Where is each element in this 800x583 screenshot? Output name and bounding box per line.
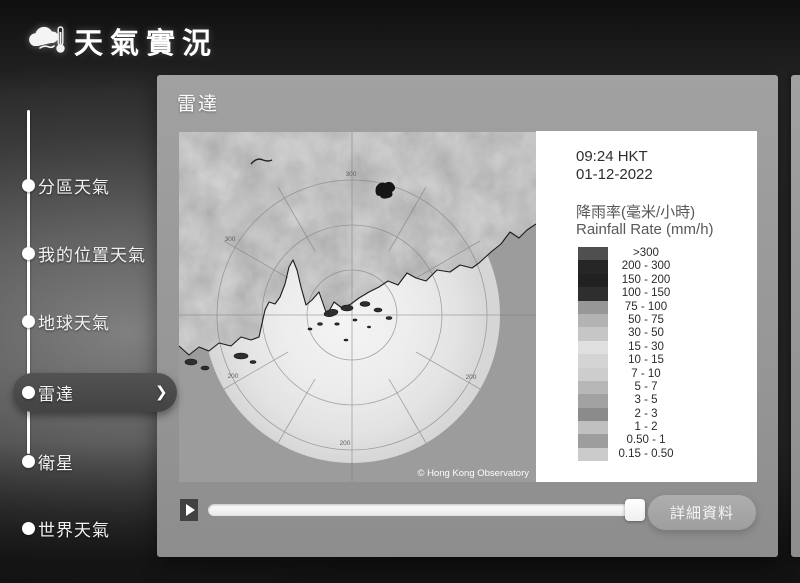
panel-title: 雷達 (177, 89, 219, 116)
legend-color-swatch (578, 287, 608, 300)
observation-time: 09:24 HKT (576, 148, 648, 165)
sidebar-item-0[interactable]: 分區天氣 (0, 166, 180, 204)
page-title: 天氣實況 (74, 20, 218, 62)
nav-dot-icon (22, 455, 35, 468)
nav-dot-icon (22, 386, 35, 399)
legend-color-swatch (578, 314, 608, 327)
legend-row: 100 - 150 (536, 287, 757, 300)
legend-color-swatch (578, 260, 608, 273)
sidebar-item-3[interactable]: ❯ 雷達 (0, 373, 180, 411)
legend-color-swatch (578, 274, 608, 287)
legend-row: 200 - 300 (536, 260, 757, 273)
observation-date: 01-12-2022 (576, 166, 653, 183)
nav-dot-icon (22, 247, 35, 260)
legend-row: 0.50 - 1 (536, 434, 757, 447)
sidebar-item-label: 世界天氣 (38, 516, 110, 541)
app-header: 天氣實況 (0, 0, 800, 75)
play-icon (186, 504, 195, 516)
legend-color-swatch (578, 301, 608, 314)
play-button[interactable] (180, 499, 198, 521)
svg-text:300: 300 (346, 171, 357, 178)
legend-row: 5 - 7 (536, 381, 757, 394)
legend-range-label: 10 - 15 (608, 354, 684, 367)
sidebar-item-label: 雷達 (38, 380, 74, 405)
legend-row: 0.15 - 0.50 (536, 448, 757, 461)
legend-row: 75 - 100 (536, 301, 757, 314)
svg-text:200: 200 (466, 374, 477, 381)
legend-row: 150 - 200 (536, 274, 757, 287)
legend-range-label: 150 - 200 (608, 274, 684, 287)
legend-range-label: 15 - 30 (608, 341, 684, 354)
svg-text:200: 200 (228, 373, 239, 380)
legend-scale: >300200 - 300150 - 200100 - 15075 - 1005… (536, 247, 757, 461)
legend-color-swatch (578, 381, 608, 394)
legend-color-swatch (578, 368, 608, 381)
legend-title-en: Rainfall Rate (mm/h) (576, 221, 714, 238)
sidebar-item-label: 分區天氣 (38, 173, 110, 198)
rainfall-legend-panel: 09:24 HKT 01-12-2022 降雨率(毫米/小時) Rainfall… (536, 131, 757, 482)
legend-row: 15 - 30 (536, 341, 757, 354)
copyright-text: © Hong Kong Observatory (417, 468, 529, 479)
legend-range-label: 0.15 - 0.50 (608, 448, 684, 461)
legend-color-swatch (578, 408, 608, 421)
legend-color-swatch (578, 247, 608, 260)
legend-color-swatch (578, 341, 608, 354)
legend-range-label: >300 (608, 247, 684, 260)
legend-row: >300 (536, 247, 757, 260)
legend-row: 10 - 15 (536, 354, 757, 367)
legend-color-swatch (578, 448, 608, 461)
legend-color-swatch (578, 394, 608, 407)
legend-range-label: 30 - 50 (608, 327, 684, 340)
legend-color-swatch (578, 327, 608, 340)
nav-dot-icon (22, 179, 35, 192)
legend-row: 7 - 10 (536, 368, 757, 381)
legend-range-label: 0.50 - 1 (608, 434, 684, 447)
legend-row: 30 - 50 (536, 327, 757, 340)
legend-row: 50 - 75 (536, 314, 757, 327)
detail-info-button[interactable]: 詳細資料 (648, 495, 756, 530)
legend-range-label: 1 - 2 (608, 421, 684, 434)
next-card-peek[interactable] (791, 75, 800, 557)
legend-color-swatch (578, 354, 608, 367)
legend-range-label: 50 - 75 (608, 314, 684, 327)
nav-dot-icon (22, 522, 35, 535)
legend-row: 1 - 2 (536, 421, 757, 434)
legend-color-swatch (578, 434, 608, 447)
radar-card: 雷達 (157, 75, 778, 557)
sidebar-item-label: 我的位置天氣 (38, 241, 146, 266)
svg-text:300: 300 (225, 236, 236, 243)
sidebar-item-label: 衛星 (38, 449, 74, 474)
legend-color-swatch (578, 421, 608, 434)
sidebar-item-4[interactable]: 衛星 (0, 442, 180, 480)
sidebar-item-2[interactable]: 地球天氣 (0, 302, 180, 340)
cloud-thermometer-icon (26, 22, 70, 56)
nav-dot-icon (22, 315, 35, 328)
legend-range-label: 75 - 100 (608, 301, 684, 314)
sidebar-item-label: 地球天氣 (38, 309, 110, 334)
legend-range-label: 5 - 7 (608, 381, 684, 394)
legend-row: 2 - 3 (536, 408, 757, 421)
svg-text:200: 200 (340, 440, 351, 447)
chevron-right-icon: ❯ (155, 383, 168, 401)
animation-slider-thumb[interactable] (625, 499, 645, 521)
legend-range-label: 7 - 10 (608, 368, 684, 381)
legend-range-label: 200 - 300 (608, 260, 684, 273)
sidebar-item-1[interactable]: 我的位置天氣 (0, 234, 180, 272)
sidebar-item-5[interactable]: 世界天氣 (0, 509, 180, 547)
legend-range-label: 2 - 3 (608, 408, 684, 421)
legend-range-label: 3 - 5 (608, 394, 684, 407)
legend-row: 3 - 5 (536, 394, 757, 407)
legend-range-label: 100 - 150 (608, 287, 684, 300)
animation-slider-track[interactable] (208, 504, 645, 516)
radar-map-image: 300 300 200 200 200 (179, 132, 536, 482)
sidebar: 分區天氣我的位置天氣地球天氣❯雷達衛星世界天氣 (0, 75, 157, 557)
legend-title-zh: 降雨率(毫米/小時) (576, 201, 695, 222)
